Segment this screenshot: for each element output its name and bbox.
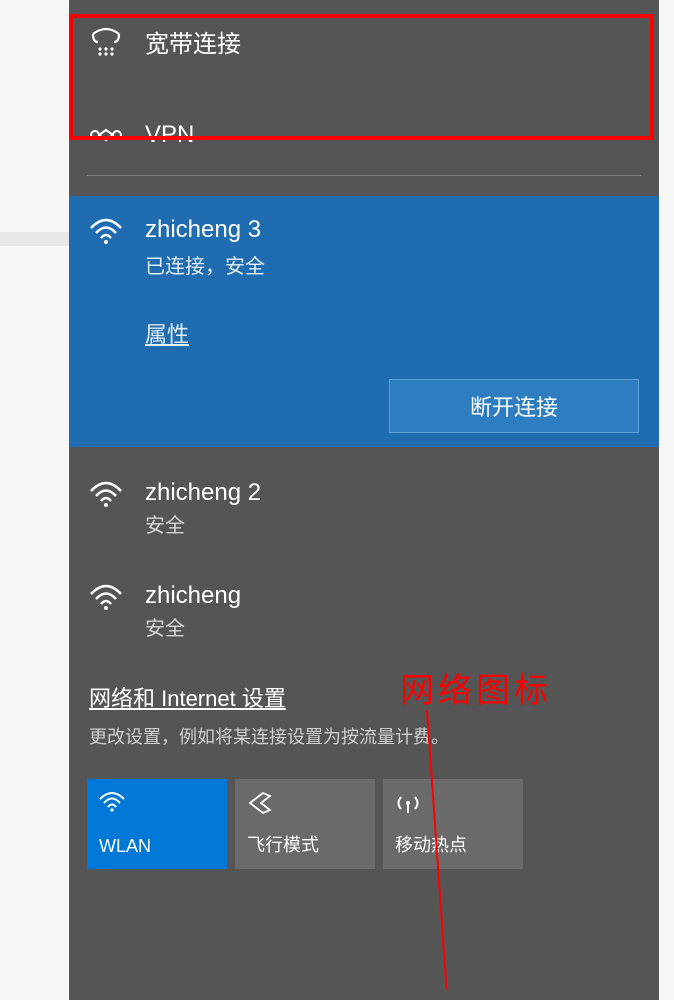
- airplane-icon: [247, 791, 363, 817]
- airplane-mode-tile[interactable]: 飞行模式: [235, 779, 375, 869]
- vpn-label: VPN: [145, 121, 194, 149]
- quick-action-tiles: WLAN 飞行模式 移动热点: [69, 757, 659, 869]
- network-settings-link[interactable]: 网络和 Internet 设置: [89, 681, 286, 713]
- wlan-tile[interactable]: WLAN: [87, 779, 227, 869]
- wifi-item-status: 安全: [145, 612, 241, 641]
- hotspot-tile[interactable]: 移动热点: [383, 779, 523, 869]
- section-divider: [87, 175, 641, 176]
- wifi-item-3[interactable]: zhicheng 安全: [69, 564, 659, 657]
- wifi-item-status: 安全: [145, 509, 261, 538]
- wifi-connected-status: 已连接，安全: [145, 250, 265, 279]
- hotspot-icon: [395, 791, 511, 817]
- broadband-connection-item[interactable]: 宽带连接: [69, 0, 659, 103]
- wifi-properties-link[interactable]: 属性: [145, 317, 189, 349]
- wifi-item-name: zhicheng: [145, 582, 241, 610]
- wifi-icon: [89, 479, 123, 538]
- wlan-tile-label: WLAN: [99, 836, 215, 857]
- wifi-icon: [89, 216, 123, 246]
- network-flyout-panel: 宽带连接 VPN zhichen: [69, 0, 659, 1000]
- dialup-icon: [89, 22, 123, 56]
- network-settings-desc: 更改设置，例如将某连接设置为按流量计费。: [89, 723, 639, 749]
- hotspot-tile-label: 移动热点: [395, 831, 511, 857]
- wifi-icon: [89, 582, 123, 641]
- broadband-label: 宽带连接: [145, 24, 241, 59]
- wifi-icon: [99, 791, 215, 817]
- airplane-tile-label: 飞行模式: [247, 831, 363, 857]
- vpn-item[interactable]: VPN: [69, 103, 659, 175]
- vpn-icon: [89, 122, 123, 148]
- left-background-strip: [0, 232, 69, 246]
- wifi-connected-item[interactable]: zhicheng 3 已连接，安全 属性 断开连接: [69, 196, 659, 447]
- wifi-connected-name: zhicheng 3: [145, 216, 265, 244]
- wifi-item-name: zhicheng 2: [145, 479, 261, 507]
- wifi-item-2[interactable]: zhicheng 2 安全: [69, 461, 659, 554]
- disconnect-button[interactable]: 断开连接: [389, 379, 639, 433]
